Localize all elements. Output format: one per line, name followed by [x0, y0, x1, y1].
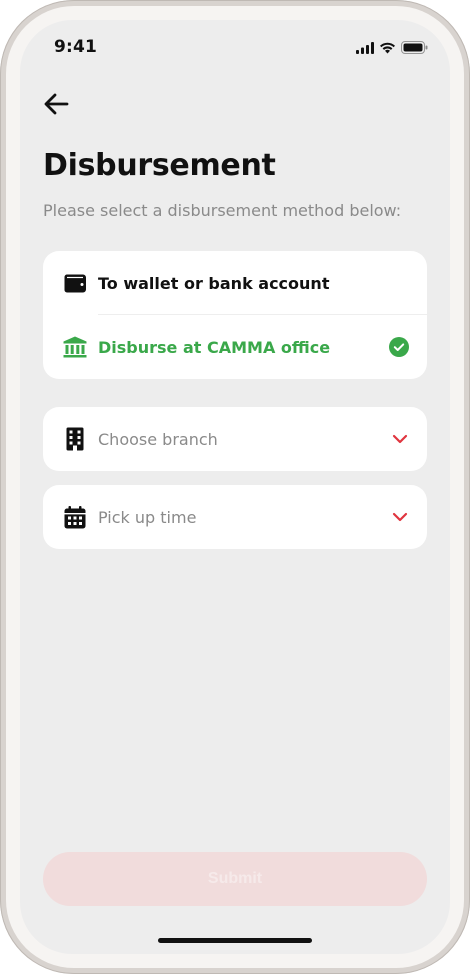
office-building-icon: [63, 427, 87, 451]
disbursement-method-card: To wallet or bank account Disburse at CA…: [43, 251, 427, 379]
bank-building-icon: [63, 335, 87, 359]
check-circle-icon: [389, 337, 409, 357]
calendar-icon: [63, 505, 87, 529]
chevron-down-icon: [391, 508, 409, 526]
status-bar: 9:41: [20, 20, 450, 76]
status-icons: [356, 39, 428, 58]
pick-up-time-placeholder: Pick up time: [98, 507, 197, 527]
page-subtitle: Please select a disbursement method belo…: [43, 201, 402, 220]
chevron-down-icon: [391, 430, 409, 448]
method-option-wallet[interactable]: To wallet or bank account: [43, 251, 427, 315]
choose-branch-select[interactable]: Choose branch: [43, 407, 427, 471]
submit-button[interactable]: Submit: [43, 852, 427, 906]
method-option-camma-office[interactable]: Disburse at CAMMA office: [43, 315, 427, 379]
status-time: 9:41: [54, 37, 98, 57]
method-label-camma-office: Disburse at CAMMA office: [98, 337, 331, 357]
signal-icon: [356, 39, 374, 58]
wifi-icon: [379, 39, 396, 58]
page-title: Disbursement: [43, 148, 276, 183]
wallet-icon: [63, 271, 87, 295]
pick-up-time-select[interactable]: Pick up time: [43, 485, 427, 549]
method-label-wallet: To wallet or bank account: [98, 273, 330, 293]
home-indicator: [158, 938, 312, 943]
arrow-left-icon: [43, 93, 69, 119]
battery-icon: [401, 39, 428, 58]
choose-branch-placeholder: Choose branch: [98, 429, 218, 449]
back-button[interactable]: [40, 90, 72, 122]
app-screen: 9:41 Disbursement Please select a disbur…: [20, 20, 450, 954]
